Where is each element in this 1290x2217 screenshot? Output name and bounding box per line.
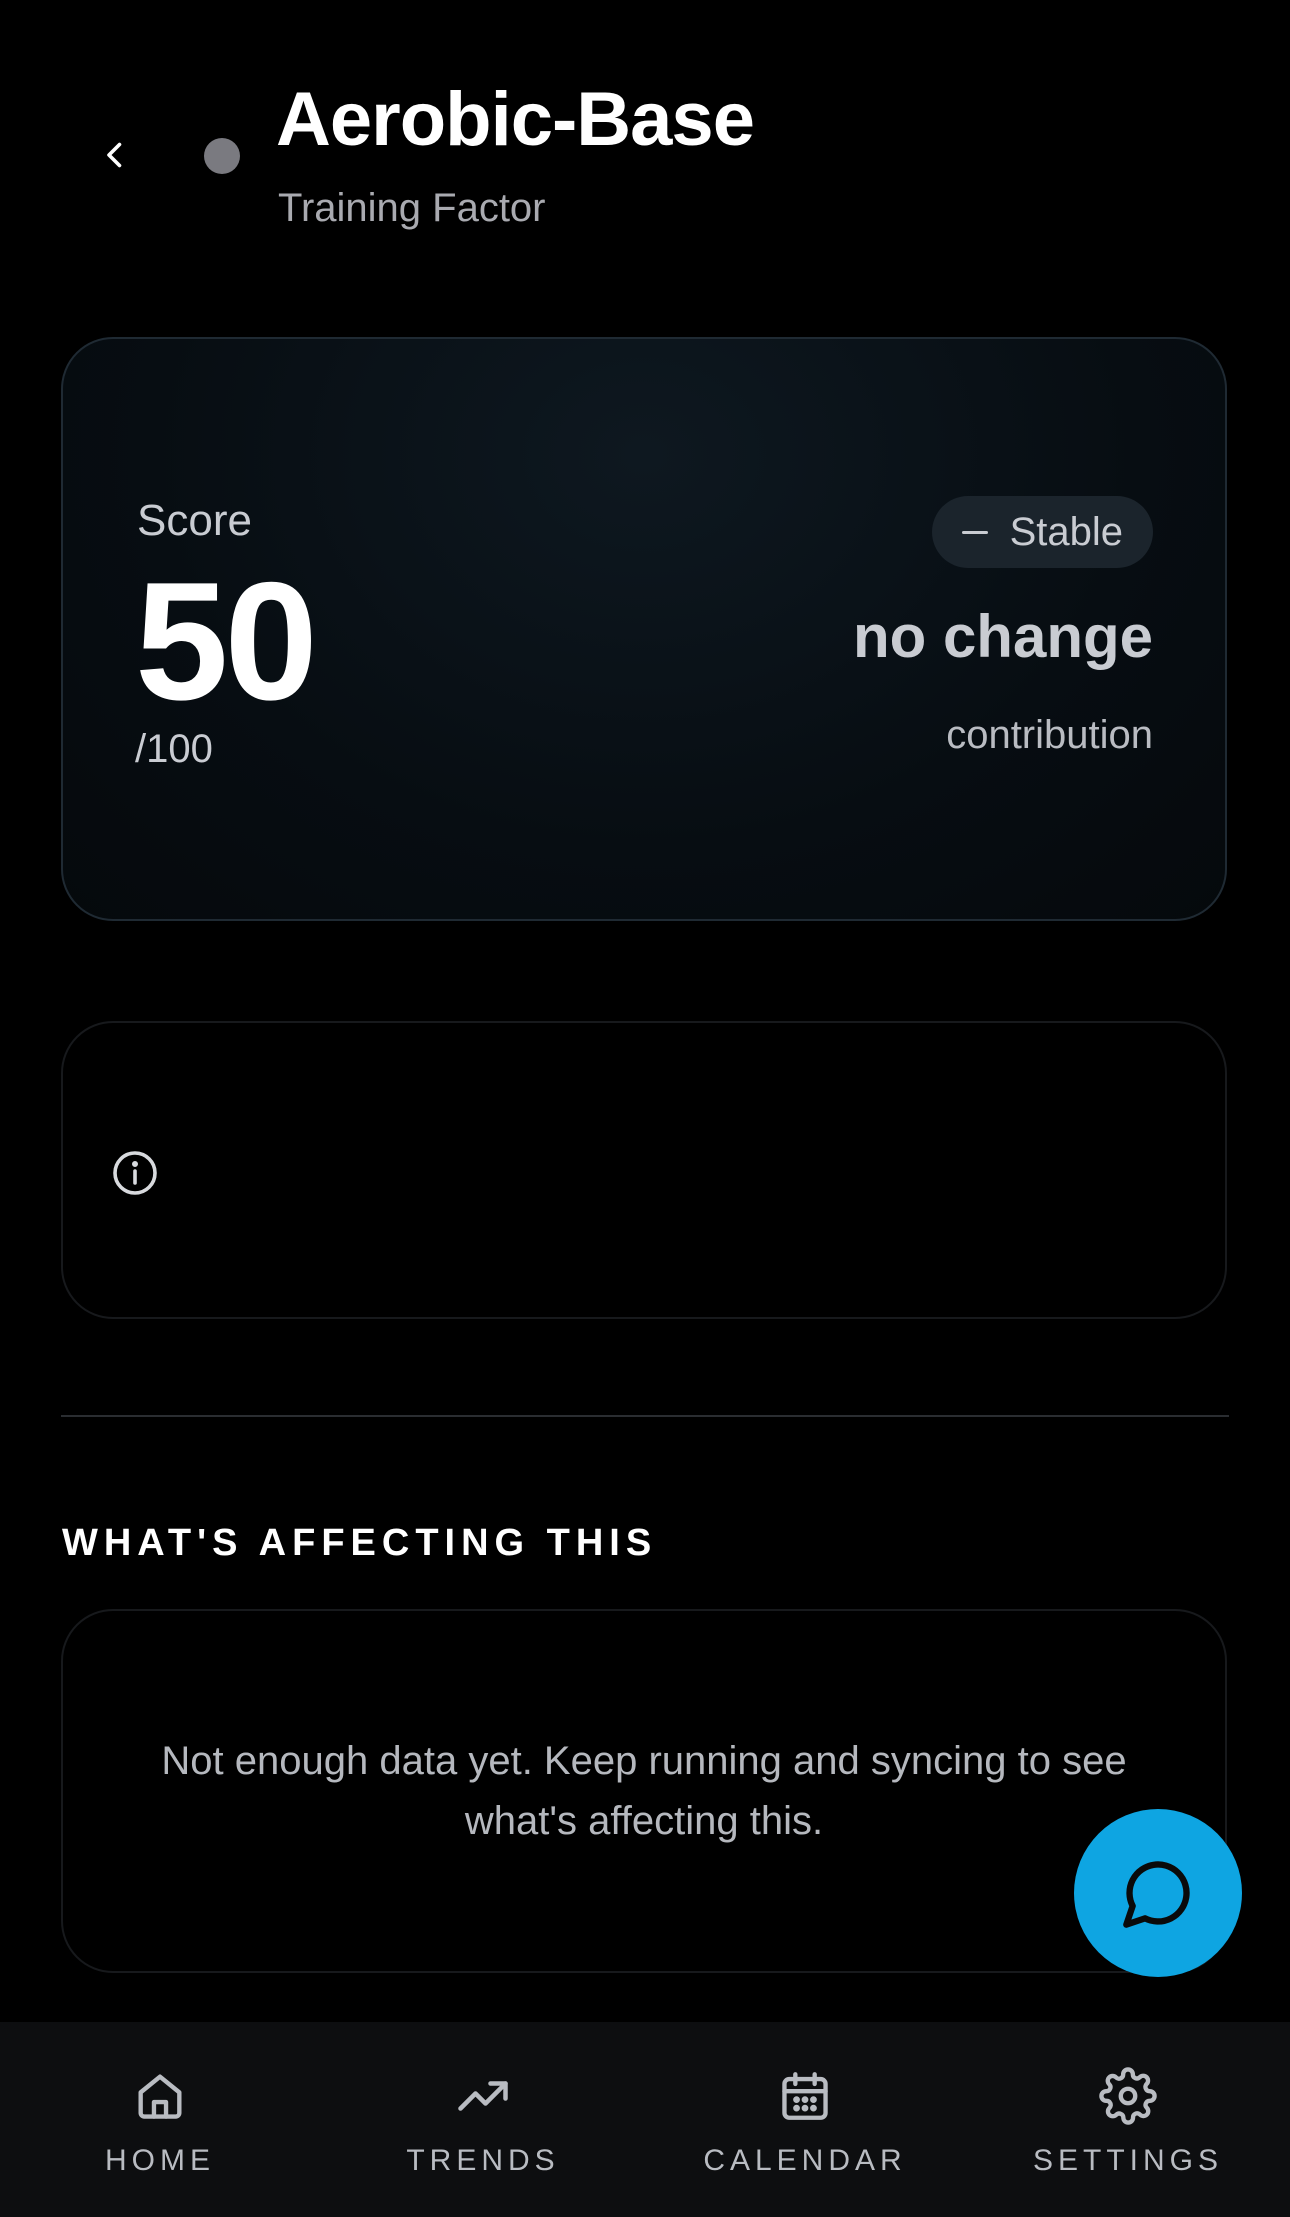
- change-value: no change: [852, 603, 1153, 670]
- nav-item-home[interactable]: HOME: [60, 2022, 260, 2217]
- calendar-icon: [782, 2072, 828, 2120]
- bottom-nav: HOME TRENDS CALENDAR SETTINGS: [0, 2022, 1290, 2217]
- nav-item-trends[interactable]: TRENDS: [383, 2022, 583, 2217]
- home-icon: [138, 2074, 182, 2119]
- info-icon[interactable]: [111, 1149, 159, 1197]
- score-label: Score: [137, 496, 252, 545]
- affecting-card: Not enough data yet. Keep running and sy…: [61, 1609, 1227, 1973]
- nav-label-trends: TRENDS: [406, 2144, 560, 2177]
- page-title: Aerobic-Base: [276, 77, 755, 162]
- minus-icon: [961, 530, 988, 534]
- nav-label-home: HOME: [105, 2144, 215, 2177]
- chat-bubble-icon: [1123, 1861, 1190, 1928]
- page-subtitle: Training Factor: [278, 186, 546, 230]
- nav-label-settings: SETTINGS: [1032, 2144, 1223, 2177]
- header: Aerobic-Base Training Factor: [0, 0, 1290, 300]
- chat-button[interactable]: [1074, 1809, 1242, 1977]
- gear-icon: [1099, 2067, 1157, 2125]
- section-divider: [61, 1415, 1229, 1417]
- nav-item-settings[interactable]: SETTINGS: [1028, 2022, 1228, 2217]
- empty-state-message: Not enough data yet. Keep running and sy…: [161, 1739, 1127, 1843]
- score-card: Score 50 /100 Stable no change contribut…: [61, 337, 1227, 921]
- section-heading: WHAT'S AFFECTING THIS: [62, 1522, 658, 1564]
- score-value: 50: [135, 547, 318, 735]
- status-dot: [204, 138, 240, 174]
- chevron-left-icon: [107, 142, 122, 168]
- back-button[interactable]: [85, 125, 145, 185]
- info-card: [61, 1021, 1227, 1319]
- change-caption: contribution: [946, 713, 1153, 757]
- trend-badge: Stable: [931, 496, 1153, 568]
- nav-item-calendar[interactable]: CALENDAR: [703, 2022, 907, 2217]
- nav-label-calendar: CALENDAR: [703, 2144, 907, 2177]
- score-max: /100: [135, 727, 213, 771]
- trend-label: Stable: [1009, 510, 1123, 554]
- trending-up-icon: [458, 2081, 508, 2111]
